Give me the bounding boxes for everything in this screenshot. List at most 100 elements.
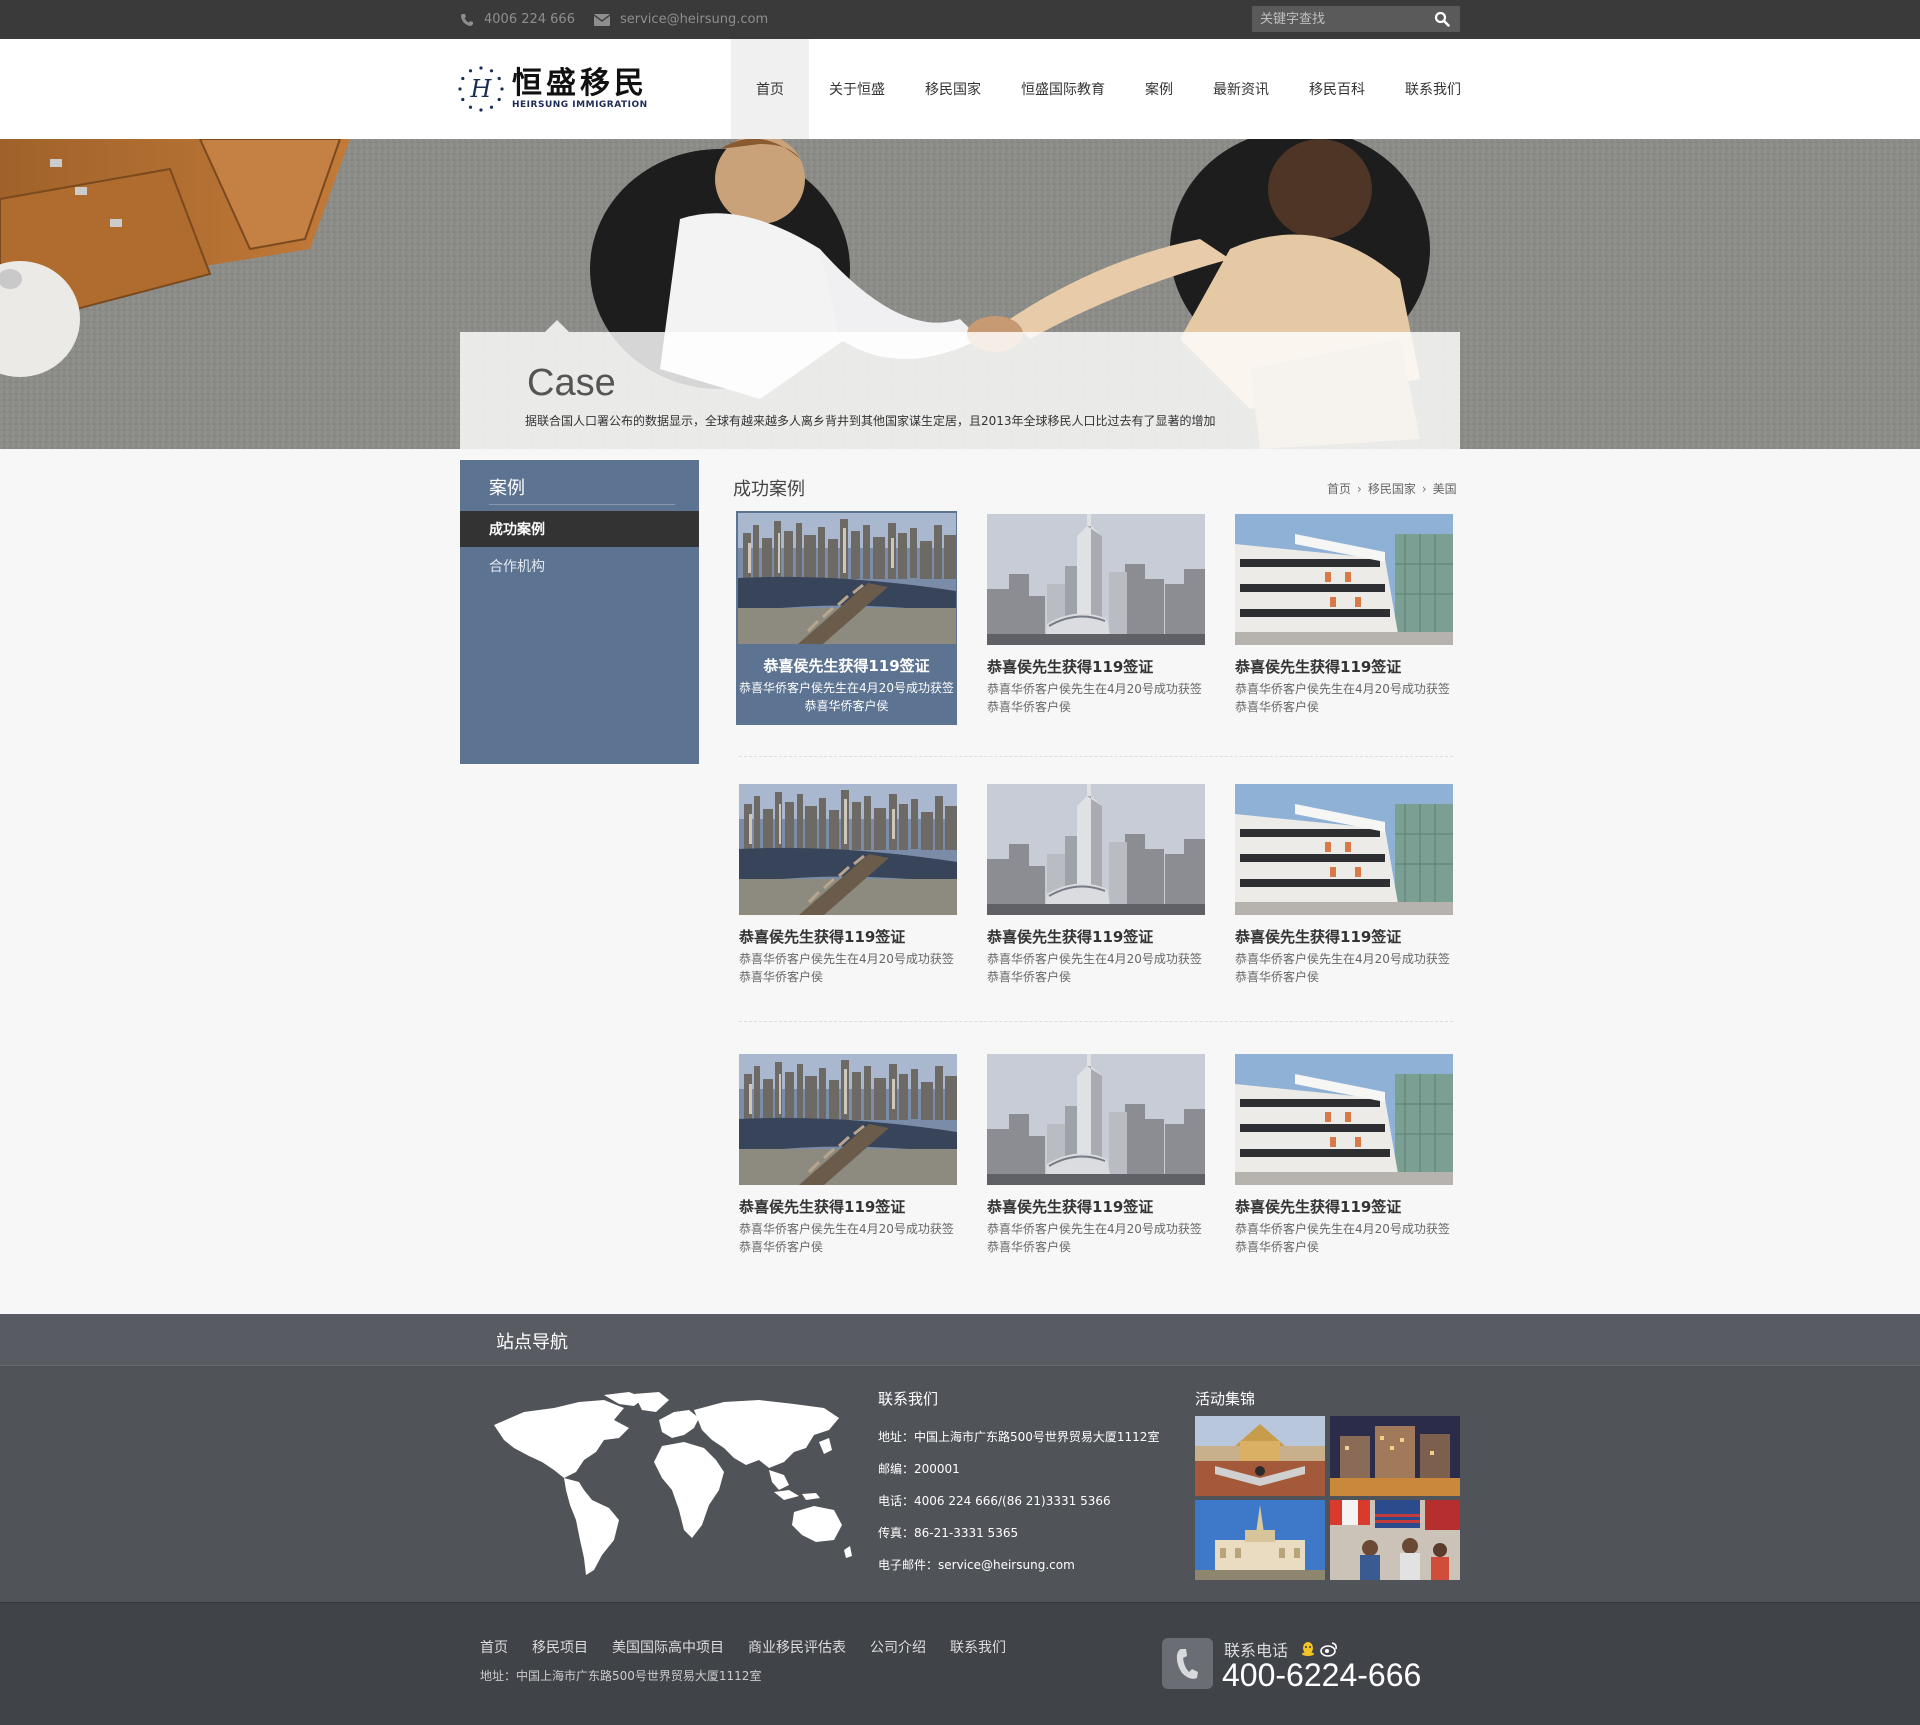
case-title[interactable]: 恭喜侯先生获得119签证 [1235, 926, 1456, 947]
banner-description: 据联合国人口署公布的数据显示，全球有越来越多人离乡背井到其他国家谋生定居，且20… [525, 414, 1216, 428]
footer-site-nav-bar: 站点导航 [0, 1314, 1920, 1365]
gallery-image[interactable] [1330, 1416, 1460, 1496]
gallery-image[interactable] [1195, 1500, 1325, 1580]
footer-site-nav-title: 站点导航 [496, 1332, 568, 1353]
breadcrumb: 首页 › 移民国家 › 美国 [1327, 480, 1457, 497]
case-title[interactable]: 恭喜侯先生获得119签证 [736, 655, 957, 676]
footer-postcode: 邮编：200001 [878, 1462, 960, 1476]
nav-about[interactable]: 关于恒盛 [809, 39, 905, 139]
case-thumbnail-image [987, 784, 1205, 915]
footer-info: 联系我们 地址：中国上海市广东路500号世界贸易大厦1112室 邮编：20000… [0, 1365, 1920, 1602]
logo-chinese-text: 恒盛移民 [512, 66, 648, 101]
footer-bottom-address: 地址：中国上海市广东路500号世界贸易大厦1112室 [480, 1669, 762, 1683]
topbar-phone: 4006 224 666 [460, 0, 575, 39]
case-card[interactable]: 恭喜侯先生获得119签证 恭喜华侨客户侯先生在4月20号成功获签 恭喜华侨客户侯 [987, 1054, 1208, 1268]
sidebar-item-success-cases[interactable]: 成功案例 [460, 511, 699, 547]
footer-phone: 电话：4006 224 666/(86 21)3331 5366 [878, 1494, 1111, 1508]
case-description: 恭喜华侨客户侯先生在4月20号成功获签 恭喜华侨客户侯 [1235, 952, 1450, 984]
case-card[interactable]: 恭喜侯先生获得119签证 恭喜华侨客户侯先生在4月20号成功获签 恭喜华侨客户侯 [987, 784, 1208, 998]
footer-nav-us-highschool[interactable]: 美国国际高中项目 [612, 1637, 724, 1657]
case-title[interactable]: 恭喜侯先生获得119签证 [987, 1196, 1208, 1217]
footer-fax: 传真：86-21-3331 5365 [878, 1526, 1019, 1540]
case-description: 恭喜华侨客户侯先生在4月20号成功获签 恭喜华侨客户侯 [987, 1222, 1202, 1254]
footer-nav-company[interactable]: 公司介绍 [870, 1637, 926, 1657]
gallery-image[interactable] [1330, 1500, 1460, 1580]
case-card[interactable]: 恭喜侯先生获得119签证 恭喜华侨客户侯先生在4月20号成功获签 恭喜华侨客户侯 [739, 1054, 960, 1268]
footer-nav-projects[interactable]: 移民项目 [532, 1637, 588, 1657]
logo-emblem-icon: H [458, 66, 504, 112]
case-card[interactable]: 恭喜侯先生获得119签证 恭喜华侨客户侯先生在4月20号成功获签 恭喜华侨客户侯 [1235, 514, 1456, 728]
main-nav: 首页 关于恒盛 移民国家 恒盛国际教育 案例 最新资讯 移民百科 联系我们 [731, 39, 1481, 139]
breadcrumb-usa[interactable]: 美国 [1433, 480, 1457, 497]
nav-countries[interactable]: 移民国家 [905, 39, 1001, 139]
footer-contact-title: 联系我们 [878, 1390, 939, 1408]
case-thumbnail-image [738, 513, 956, 644]
row-divider [739, 756, 1453, 757]
search-icon [1434, 11, 1450, 27]
case-thumbnail-image [1235, 1054, 1453, 1185]
footer-bottom: 首页 移民项目 美国国际高中项目 商业移民评估表 公司介绍 联系我们 地址：中国… [0, 1602, 1920, 1725]
site-logo[interactable]: H 恒盛移民 HEIRSUNG IMMIGRATION [458, 61, 658, 117]
footer-nav-assessment[interactable]: 商业移民评估表 [748, 1637, 846, 1657]
case-thumbnail-image [987, 1054, 1205, 1185]
search-box [1252, 6, 1460, 32]
nav-education[interactable]: 恒盛国际教育 [1001, 39, 1125, 139]
case-thumbnail-image [739, 1054, 957, 1185]
site-header: H 恒盛移民 HEIRSUNG IMMIGRATION 首页 关于恒盛 移民国家… [0, 39, 1920, 139]
gallery-image[interactable] [1195, 1416, 1325, 1496]
case-title[interactable]: 恭喜侯先生获得119签证 [987, 656, 1208, 677]
nav-home[interactable]: 首页 [731, 39, 809, 139]
sidebar-divider [489, 504, 675, 505]
phone-icon [461, 13, 473, 26]
case-card[interactable]: 恭喜侯先生获得119签证 恭喜华侨客户侯先生在4月20号成功获签 恭喜华侨客户侯 [739, 784, 960, 998]
case-thumbnail-image [1235, 784, 1453, 915]
footer-email[interactable]: 电子邮件：service@heirsung.com [878, 1556, 1075, 1573]
footer-address: 地址：中国上海市广东路500号世界贸易大厦1112室 [878, 1430, 1160, 1444]
hero-banner: Case 据联合国人口署公布的数据显示，全球有越来越多人离乡背井到其他国家谋生定… [0, 139, 1920, 449]
topbar-email-text[interactable]: service@heirsung.com [620, 12, 768, 27]
case-card[interactable]: 恭喜侯先生获得119签证 恭喜华侨客户侯先生在4月20号成功获签 恭喜华侨客户侯 [736, 511, 957, 725]
case-card[interactable]: 恭喜侯先生获得119签证 恭喜华侨客户侯先生在4月20号成功获签 恭喜华侨客户侯 [987, 514, 1208, 728]
case-thumbnail-image [1235, 514, 1453, 645]
phone-handset-icon [1162, 1638, 1213, 1689]
case-thumbnail-image [739, 784, 957, 915]
breadcrumb-home[interactable]: 首页 [1327, 480, 1351, 497]
svg-text:H: H [470, 75, 493, 103]
weibo-icon[interactable] [1320, 1641, 1338, 1657]
case-title[interactable]: 恭喜侯先生获得119签证 [987, 926, 1208, 947]
case-title[interactable]: 恭喜侯先生获得119签证 [1235, 656, 1456, 677]
case-card[interactable]: 恭喜侯先生获得119签证 恭喜华侨客户侯先生在4月20号成功获签 恭喜华侨客户侯 [1235, 784, 1456, 998]
sidebar-title: 案例 [489, 478, 525, 499]
banner-caption-panel: Case 据联合国人口署公布的数据显示，全球有越来越多人离乡背井到其他国家谋生定… [460, 320, 1460, 449]
logo-english-text: HEIRSUNG IMMIGRATION [512, 100, 648, 110]
qq-icon[interactable] [1300, 1641, 1316, 1657]
case-description: 恭喜华侨客户侯先生在4月20号成功获签 恭喜华侨客户侯 [1235, 1222, 1450, 1254]
row-divider [739, 1021, 1453, 1022]
nav-contact[interactable]: 联系我们 [1385, 39, 1481, 139]
case-title[interactable]: 恭喜侯先生获得119签证 [739, 1196, 960, 1217]
world-map-image [494, 1392, 852, 1575]
case-description: 恭喜华侨客户侯先生在4月20号成功获签 恭喜华侨客户侯 [987, 682, 1202, 714]
chevron-right-icon: › [1357, 481, 1362, 496]
sidebar-item-partners[interactable]: 合作机构 [460, 548, 699, 584]
topbar-phone-text: 4006 224 666 [484, 12, 575, 27]
footer-nav-contact[interactable]: 联系我们 [950, 1637, 1006, 1657]
sidebar: 案例 成功案例 合作机构 [460, 460, 699, 764]
nav-news[interactable]: 最新资讯 [1193, 39, 1289, 139]
case-title[interactable]: 恭喜侯先生获得119签证 [739, 926, 960, 947]
case-description: 恭喜华侨客户侯先生在4月20号成功获签 恭喜华侨客户侯 [739, 952, 954, 984]
section-title: 成功案例 [733, 479, 805, 500]
hotline-number: 400-6224-666 [1222, 1657, 1422, 1693]
banner-title: Case [527, 362, 616, 404]
case-description: 恭喜华侨客户侯先生在4月20号成功获签 恭喜华侨客户侯 [1235, 682, 1450, 714]
case-title[interactable]: 恭喜侯先生获得119签证 [1235, 1196, 1456, 1217]
breadcrumb-countries[interactable]: 移民国家 [1368, 480, 1416, 497]
search-button[interactable] [1427, 6, 1457, 32]
case-card[interactable]: 恭喜侯先生获得119签证 恭喜华侨客户侯先生在4月20号成功获签 恭喜华侨客户侯 [1235, 1054, 1456, 1268]
topbar-email[interactable]: service@heirsung.com [594, 0, 768, 39]
nav-cases[interactable]: 案例 [1125, 39, 1193, 139]
case-description: 恭喜华侨客户侯先生在4月20号成功获签 恭喜华侨客户侯 [739, 1222, 954, 1254]
nav-wiki[interactable]: 移民百科 [1289, 39, 1385, 139]
footer-nav-home[interactable]: 首页 [480, 1637, 508, 1657]
search-input[interactable] [1252, 6, 1427, 32]
